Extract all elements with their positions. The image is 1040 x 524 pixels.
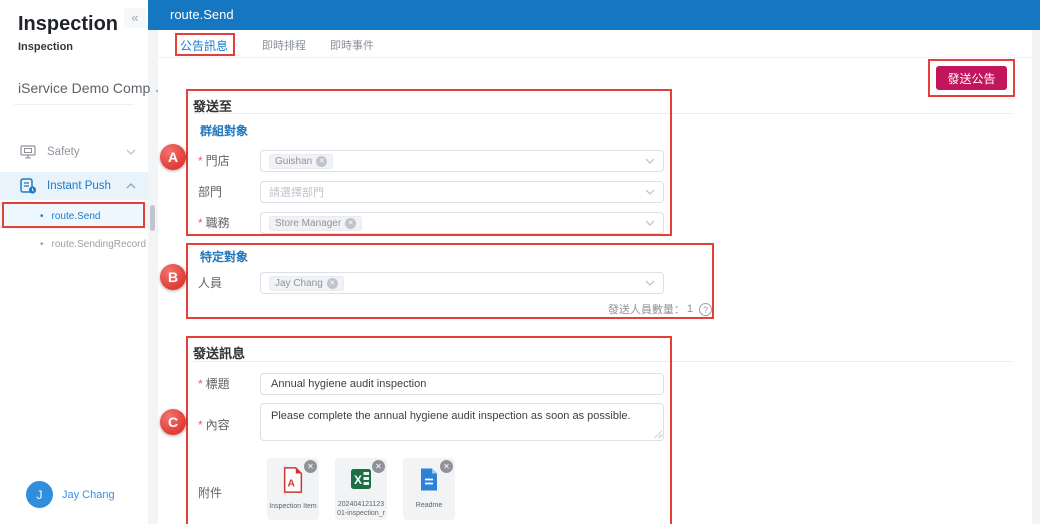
document-file-icon bbox=[419, 467, 439, 497]
attachment-card-excel[interactable]: ✕ X 20240412112301-inspection_report_lis… bbox=[335, 458, 387, 520]
required-mark: * bbox=[198, 216, 203, 230]
person-select[interactable]: Jay Chang ✕ bbox=[260, 272, 664, 294]
attachment-name: 20240412112301-inspection_report_lis... bbox=[335, 500, 387, 519]
chevron-down-icon bbox=[645, 280, 655, 286]
company-selector[interactable]: iService Demo Comp⌄ bbox=[18, 80, 164, 97]
job-title-select[interactable]: Store Manager ✕ bbox=[260, 212, 664, 234]
avatar[interactable]: J bbox=[26, 481, 53, 508]
help-icon[interactable]: ? bbox=[699, 303, 712, 316]
department-select[interactable]: 請選擇部門 bbox=[260, 181, 664, 203]
selected-tag: Store Manager ✕ bbox=[269, 216, 362, 231]
selected-tag: Jay Chang ✕ bbox=[269, 276, 344, 291]
annotation-badge-b: B bbox=[160, 264, 186, 290]
sidebar-subitem-label: route.SendingRecord bbox=[52, 239, 147, 250]
sidebar-subitem-label: route.Send bbox=[52, 211, 101, 222]
sidebar-item-route-sendingrecord[interactable]: • route.SendingRecord bbox=[0, 231, 148, 257]
select-placeholder: 請選擇部門 bbox=[269, 184, 324, 200]
divider bbox=[14, 104, 134, 105]
message-content-wrap: Please complete the annual hygiene audit… bbox=[260, 403, 664, 441]
excel-file-icon: X bbox=[350, 467, 372, 496]
chevron-down-icon bbox=[126, 149, 136, 155]
attachment-card-pdf[interactable]: ✕ A Inspection Item bbox=[267, 458, 319, 520]
message-content-textarea[interactable]: Please complete the annual hygiene audit… bbox=[260, 403, 664, 441]
tab-instant-event[interactable]: 即時事件 bbox=[330, 37, 374, 53]
close-icon[interactable]: ✕ bbox=[372, 460, 385, 473]
chevron-up-icon bbox=[126, 183, 136, 189]
message-title-input[interactable] bbox=[260, 373, 664, 395]
close-icon[interactable]: ✕ bbox=[440, 460, 453, 473]
recipient-count-value: 1 bbox=[687, 303, 693, 315]
svg-text:X: X bbox=[354, 473, 362, 487]
bullet-icon: • bbox=[40, 211, 44, 222]
user-name[interactable]: Jay Chang bbox=[62, 489, 115, 501]
subtitle-group-target: 群組對象 bbox=[200, 122, 248, 139]
required-mark: * bbox=[198, 377, 203, 391]
bullet-icon: • bbox=[40, 239, 44, 250]
monitor-icon bbox=[20, 145, 38, 159]
app-title: Inspection bbox=[18, 13, 118, 36]
annotation-badge-c: C bbox=[160, 409, 186, 435]
annotation-badge-a: A bbox=[160, 144, 186, 170]
sidebar-item-instant-push[interactable]: Instant Push bbox=[0, 172, 148, 200]
page-title: route.Send bbox=[170, 0, 234, 30]
app-window: « Inspection Inspection iService Demo Co… bbox=[0, 0, 1040, 524]
field-label-store: *門店 bbox=[198, 150, 258, 172]
field-label-title: *標題 bbox=[198, 373, 258, 395]
attachment-card-doc[interactable]: ✕ Readme bbox=[403, 458, 455, 520]
remove-tag-icon[interactable]: ✕ bbox=[345, 218, 356, 229]
tag-label: Jay Chang bbox=[275, 278, 323, 289]
field-label-department: 部門 bbox=[198, 181, 258, 203]
push-document-clock-icon bbox=[20, 178, 38, 194]
attachment-name: Inspection Item bbox=[267, 502, 318, 511]
tag-label: Store Manager bbox=[275, 218, 341, 229]
company-name: iService Demo Comp bbox=[18, 80, 150, 96]
main-scrollbar-track bbox=[1032, 30, 1040, 524]
close-icon[interactable]: ✕ bbox=[304, 460, 317, 473]
divider bbox=[193, 113, 1012, 114]
recipient-count-row: 發送人員數量：1 ? bbox=[260, 301, 712, 317]
required-mark: * bbox=[198, 154, 203, 168]
field-label-person: 人員 bbox=[198, 272, 258, 294]
tab-instant-schedule[interactable]: 即時排程 bbox=[262, 37, 306, 53]
chevron-down-icon bbox=[645, 189, 655, 195]
svg-text:A: A bbox=[287, 479, 295, 490]
selected-tag: Guishan ✕ bbox=[269, 154, 333, 169]
sidebar-item-route-send[interactable]: • route.Send bbox=[0, 203, 148, 229]
section-title-send-message: 發送訊息 bbox=[193, 343, 245, 362]
field-label-content: *內容 bbox=[198, 414, 258, 436]
store-select[interactable]: Guishan ✕ bbox=[260, 150, 664, 172]
divider bbox=[193, 361, 1012, 362]
tab-announcement-message[interactable]: 公告訊息 bbox=[180, 37, 228, 54]
sidebar-item-label: Instant Push bbox=[47, 180, 111, 192]
recipient-count-label: 發送人員數量： bbox=[608, 301, 685, 317]
required-mark: * bbox=[198, 418, 203, 432]
sidebar-collapse-icon[interactable]: « bbox=[124, 8, 146, 28]
attachment-name: Readme bbox=[414, 501, 444, 510]
sidebar-scrollbar-track bbox=[148, 0, 158, 524]
remove-tag-icon[interactable]: ✕ bbox=[327, 278, 338, 289]
page-header-bar: route.Send bbox=[148, 0, 1040, 30]
field-label-job-title: *職務 bbox=[198, 212, 258, 234]
sidebar: « Inspection Inspection iService Demo Co… bbox=[0, 0, 148, 524]
pdf-file-icon: A bbox=[282, 467, 304, 498]
field-label-attachment: 附件 bbox=[198, 482, 258, 504]
sidebar-item-safety[interactable]: Safety bbox=[0, 138, 148, 166]
app-subtitle: Inspection bbox=[18, 41, 73, 53]
subtitle-specific-target: 特定對象 bbox=[200, 248, 248, 265]
tab-bar: 公告訊息 即時排程 即時事件 bbox=[158, 30, 1032, 58]
chevron-down-icon bbox=[645, 158, 655, 164]
tag-label: Guishan bbox=[275, 156, 312, 167]
sidebar-item-label: Safety bbox=[47, 146, 80, 158]
main-content: 發送公告 發送至 群組對象 *門店 Guishan ✕ 部門 請選擇部門 bbox=[158, 58, 1032, 524]
send-announcement-button[interactable]: 發送公告 bbox=[936, 66, 1007, 90]
sidebar-scrollbar-thumb[interactable] bbox=[150, 205, 155, 231]
chevron-down-icon bbox=[645, 220, 655, 226]
remove-tag-icon[interactable]: ✕ bbox=[316, 156, 327, 167]
